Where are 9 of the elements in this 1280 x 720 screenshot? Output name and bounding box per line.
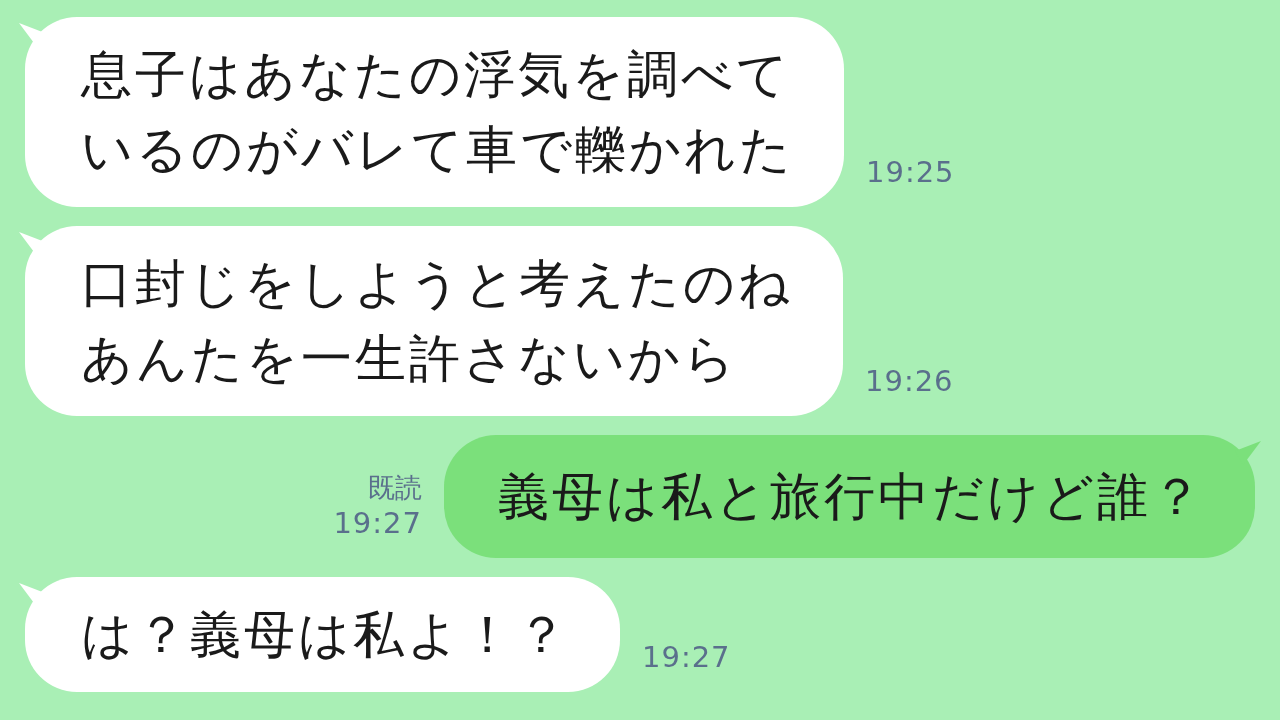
message-time: 19:27 (642, 640, 731, 674)
message-bubble: 息子はあなたの浮気を調べて いるのがバレて車で轢かれた (25, 17, 844, 207)
message-bubble: 口封じをしようと考えたのね あんたを一生許さないから (25, 226, 843, 416)
read-receipt: 既読 (368, 471, 422, 505)
message-time: 19:27 (333, 506, 422, 540)
message-bubble: は？義母は私よ！？ (25, 577, 620, 692)
message-time: 19:26 (865, 364, 954, 398)
message-time: 19:25 (866, 155, 955, 189)
message-bubble: 義母は私と旅行中だけど誰？ (444, 435, 1255, 558)
